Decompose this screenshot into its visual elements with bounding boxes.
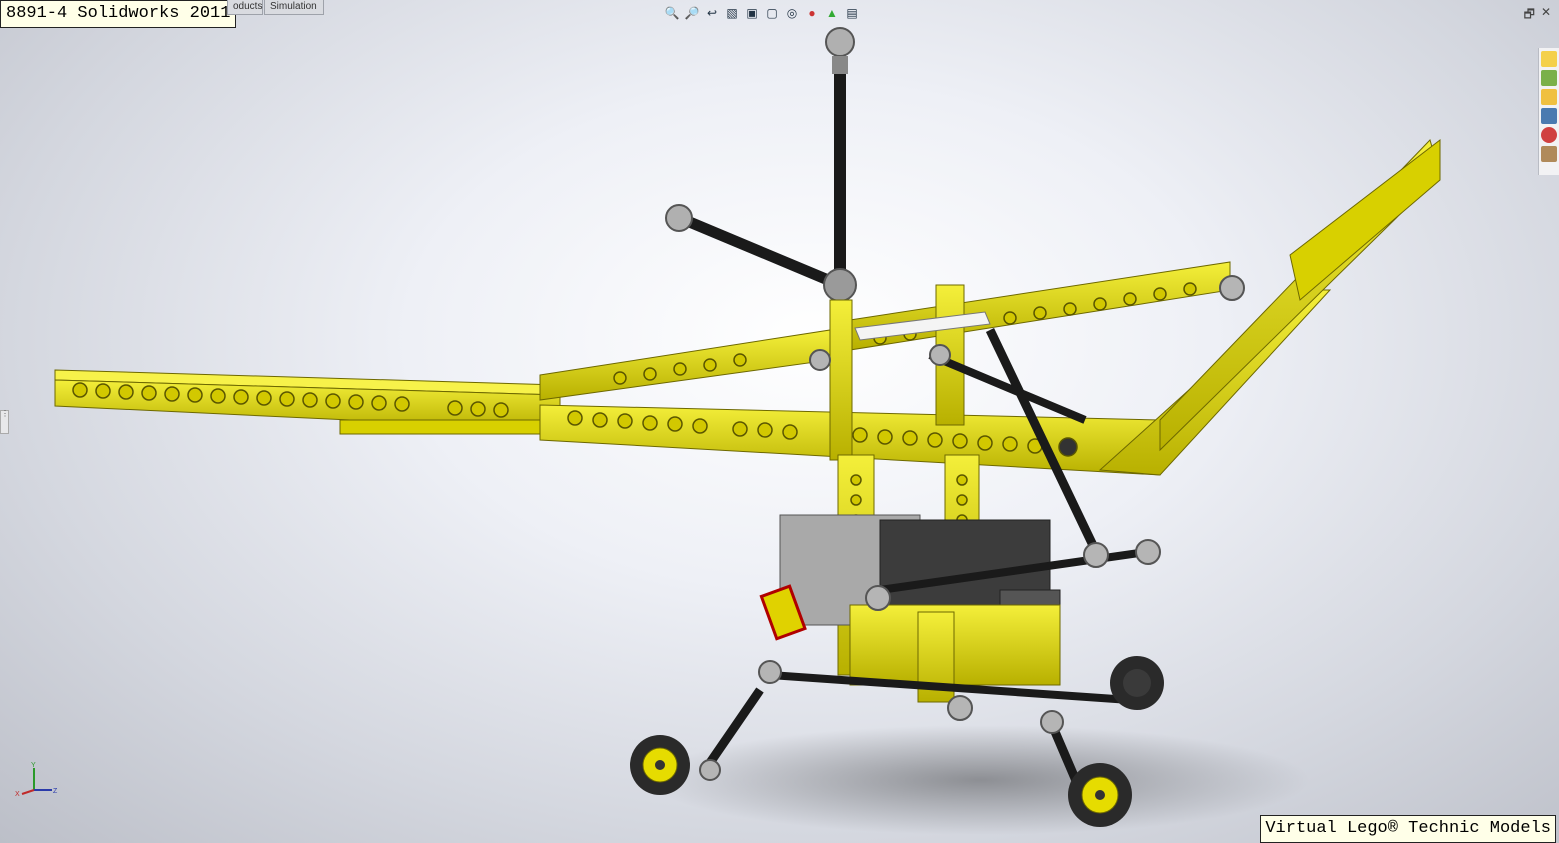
triad-z-label: Z — [53, 788, 58, 795]
mast-top-bush — [832, 56, 848, 74]
rotor-arm-connector — [665, 204, 693, 232]
tab-products[interactable]: oducts — [227, 0, 263, 15]
restore-icon[interactable]: 🗗 — [1524, 5, 1535, 26]
zoom-to-fit-icon[interactable]: 🔍 — [664, 5, 680, 21]
apply-scene-icon[interactable]: ▲ — [824, 5, 840, 21]
previous-view-icon[interactable]: ↩ — [704, 5, 720, 21]
edit-appearance-icon[interactable]: ● — [804, 5, 820, 21]
rotor-arm-left — [677, 212, 843, 291]
reference-triad: Y Z X — [15, 762, 58, 798]
solidworks-resources-icon[interactable] — [1541, 51, 1557, 67]
front-post-left — [829, 299, 853, 461]
ground-shadow — [650, 725, 1310, 835]
window-controls: 🗗 ✕ — [1524, 5, 1551, 26]
view-settings-icon[interactable]: ▤ — [844, 5, 860, 21]
helicopter-model[interactable] — [0, 0, 1559, 843]
file-explorer-icon[interactable] — [1541, 89, 1557, 105]
tail-fin — [1289, 138, 1441, 301]
wheel-left — [630, 735, 690, 795]
close-icon[interactable]: ✕ — [1541, 5, 1551, 26]
hide-show-items-icon[interactable]: ◎ — [784, 5, 800, 21]
section-view-icon[interactable]: ▧ — [724, 5, 740, 21]
lower-frame — [849, 604, 1061, 686]
mast-top-connector — [825, 27, 855, 57]
design-library-icon[interactable] — [1541, 70, 1557, 86]
view-orientation-icon[interactable]: ▣ — [744, 5, 760, 21]
left-wing-plate — [339, 419, 541, 435]
graphics-area[interactable]: 8891-4 Solidworks 2011 oducts Simulation… — [0, 0, 1559, 843]
appearances-scenes-icon[interactable] — [1541, 127, 1557, 143]
wheel-right — [1068, 763, 1132, 827]
triad-y-label: Y — [31, 762, 36, 769]
custom-properties-icon[interactable] — [1541, 146, 1557, 162]
feature-tree-handle[interactable]: ⋮ — [0, 410, 9, 434]
zoom-area-icon[interactable]: 🔎 — [684, 5, 700, 21]
title-overlay: 8891-4 Solidworks 2011 — [0, 0, 237, 28]
view-palette-icon[interactable] — [1541, 108, 1557, 124]
rotor-mast — [834, 70, 846, 290]
task-pane — [1538, 48, 1559, 175]
mast-hub — [823, 268, 857, 302]
heads-up-toolbar: 🔍 🔎 ↩ ▧ ▣ ▢ ◎ ● ▲ ▤ — [664, 3, 860, 23]
footer-overlay: Virtual Lego® Technic Models — [1260, 815, 1556, 843]
tab-simulation[interactable]: Simulation — [264, 0, 324, 15]
triad-x-label: X — [15, 791, 20, 798]
display-style-icon[interactable]: ▢ — [764, 5, 780, 21]
wheel-rear — [1110, 656, 1164, 710]
